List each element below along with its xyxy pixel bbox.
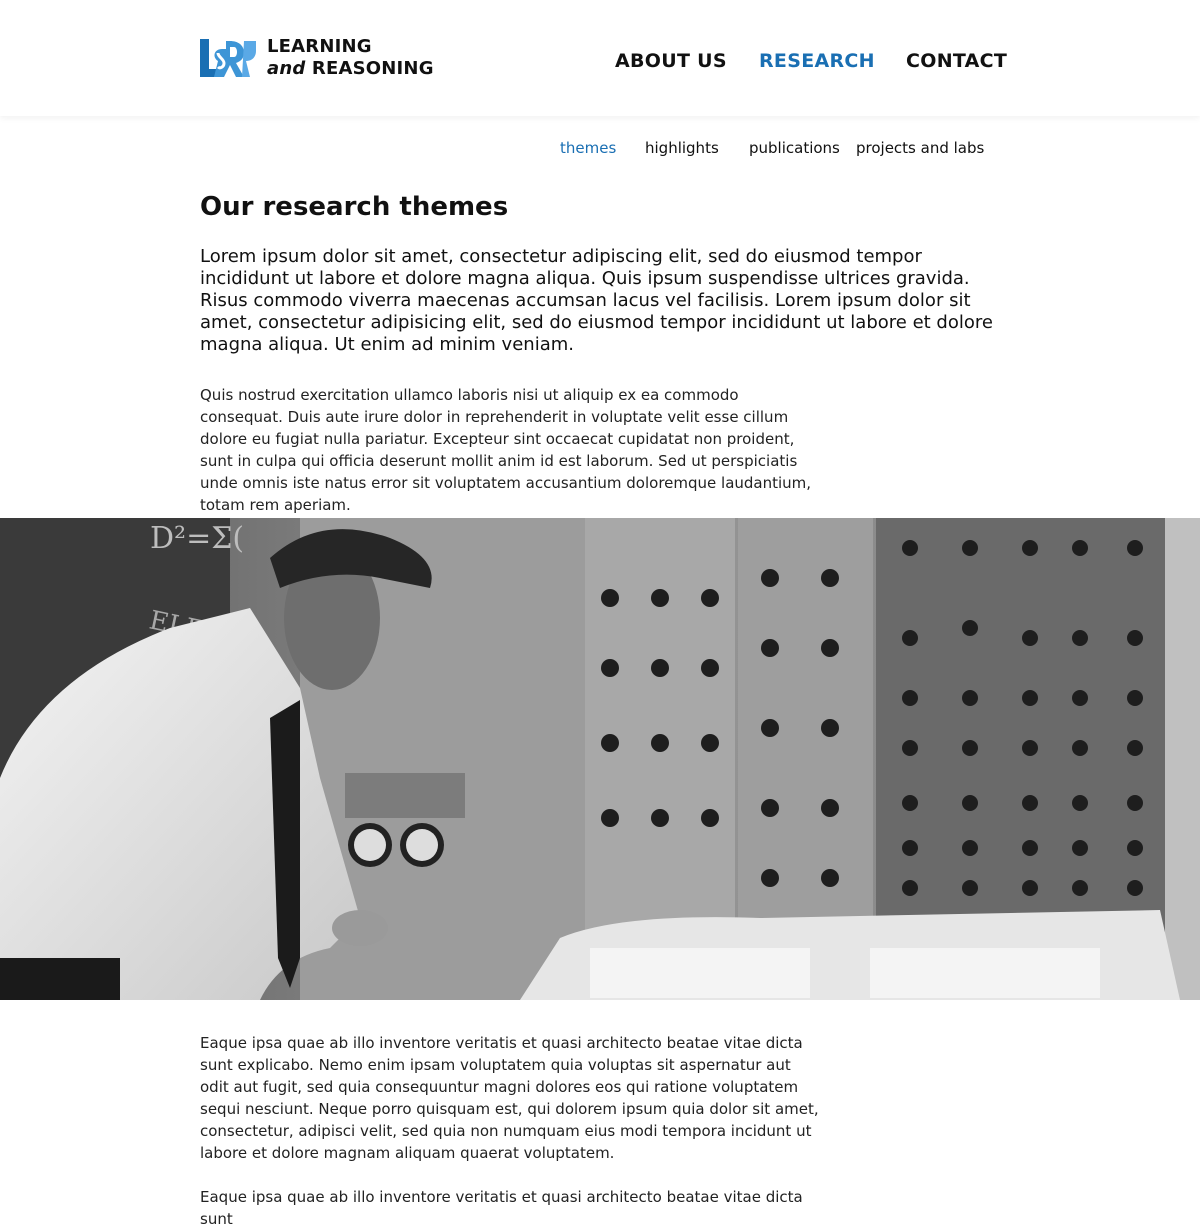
nav-about-us[interactable]: ABOUT US (615, 48, 727, 74)
body-paragraph-1: Quis nostrud exercitation ullamco labori… (200, 386, 812, 514)
lead-paragraph: Lorem ipsum dolor sit amet, consectetur … (200, 246, 993, 355)
person-trousers (0, 958, 120, 1000)
sub-nav: themes highlights publications projects … (0, 137, 1200, 159)
body-paragraph-3: Eaque ipsa quae ab illo inventore verita… (200, 1188, 803, 1228)
subnav-highlights[interactable]: highlights (645, 137, 719, 159)
body-paragraph-2: Eaque ipsa quae ab illo inventore verita… (200, 1034, 819, 1162)
subnav-publications[interactable]: publications (749, 137, 840, 159)
site-header: LEARNING and REASONING ABOUT US RESEARCH… (0, 0, 1200, 116)
switch-strip (345, 773, 465, 818)
nav-contact[interactable]: CONTACT (906, 48, 1007, 74)
chalkboard-writing: D²=Σ( (150, 521, 244, 556)
subnav-projects-and-labs[interactable]: projects and labs (856, 137, 984, 159)
subnav-themes[interactable]: themes (560, 137, 616, 159)
nav-research[interactable]: RESEARCH (759, 48, 875, 74)
hero-image: D²=Σ( ELEC (0, 518, 1200, 1000)
person-hand (332, 910, 388, 946)
page-title: Our research themes (200, 192, 509, 222)
main-nav: ABOUT US RESEARCH CONTACT (0, 48, 1200, 74)
hero-photo: D²=Σ( ELEC (0, 518, 1200, 1000)
